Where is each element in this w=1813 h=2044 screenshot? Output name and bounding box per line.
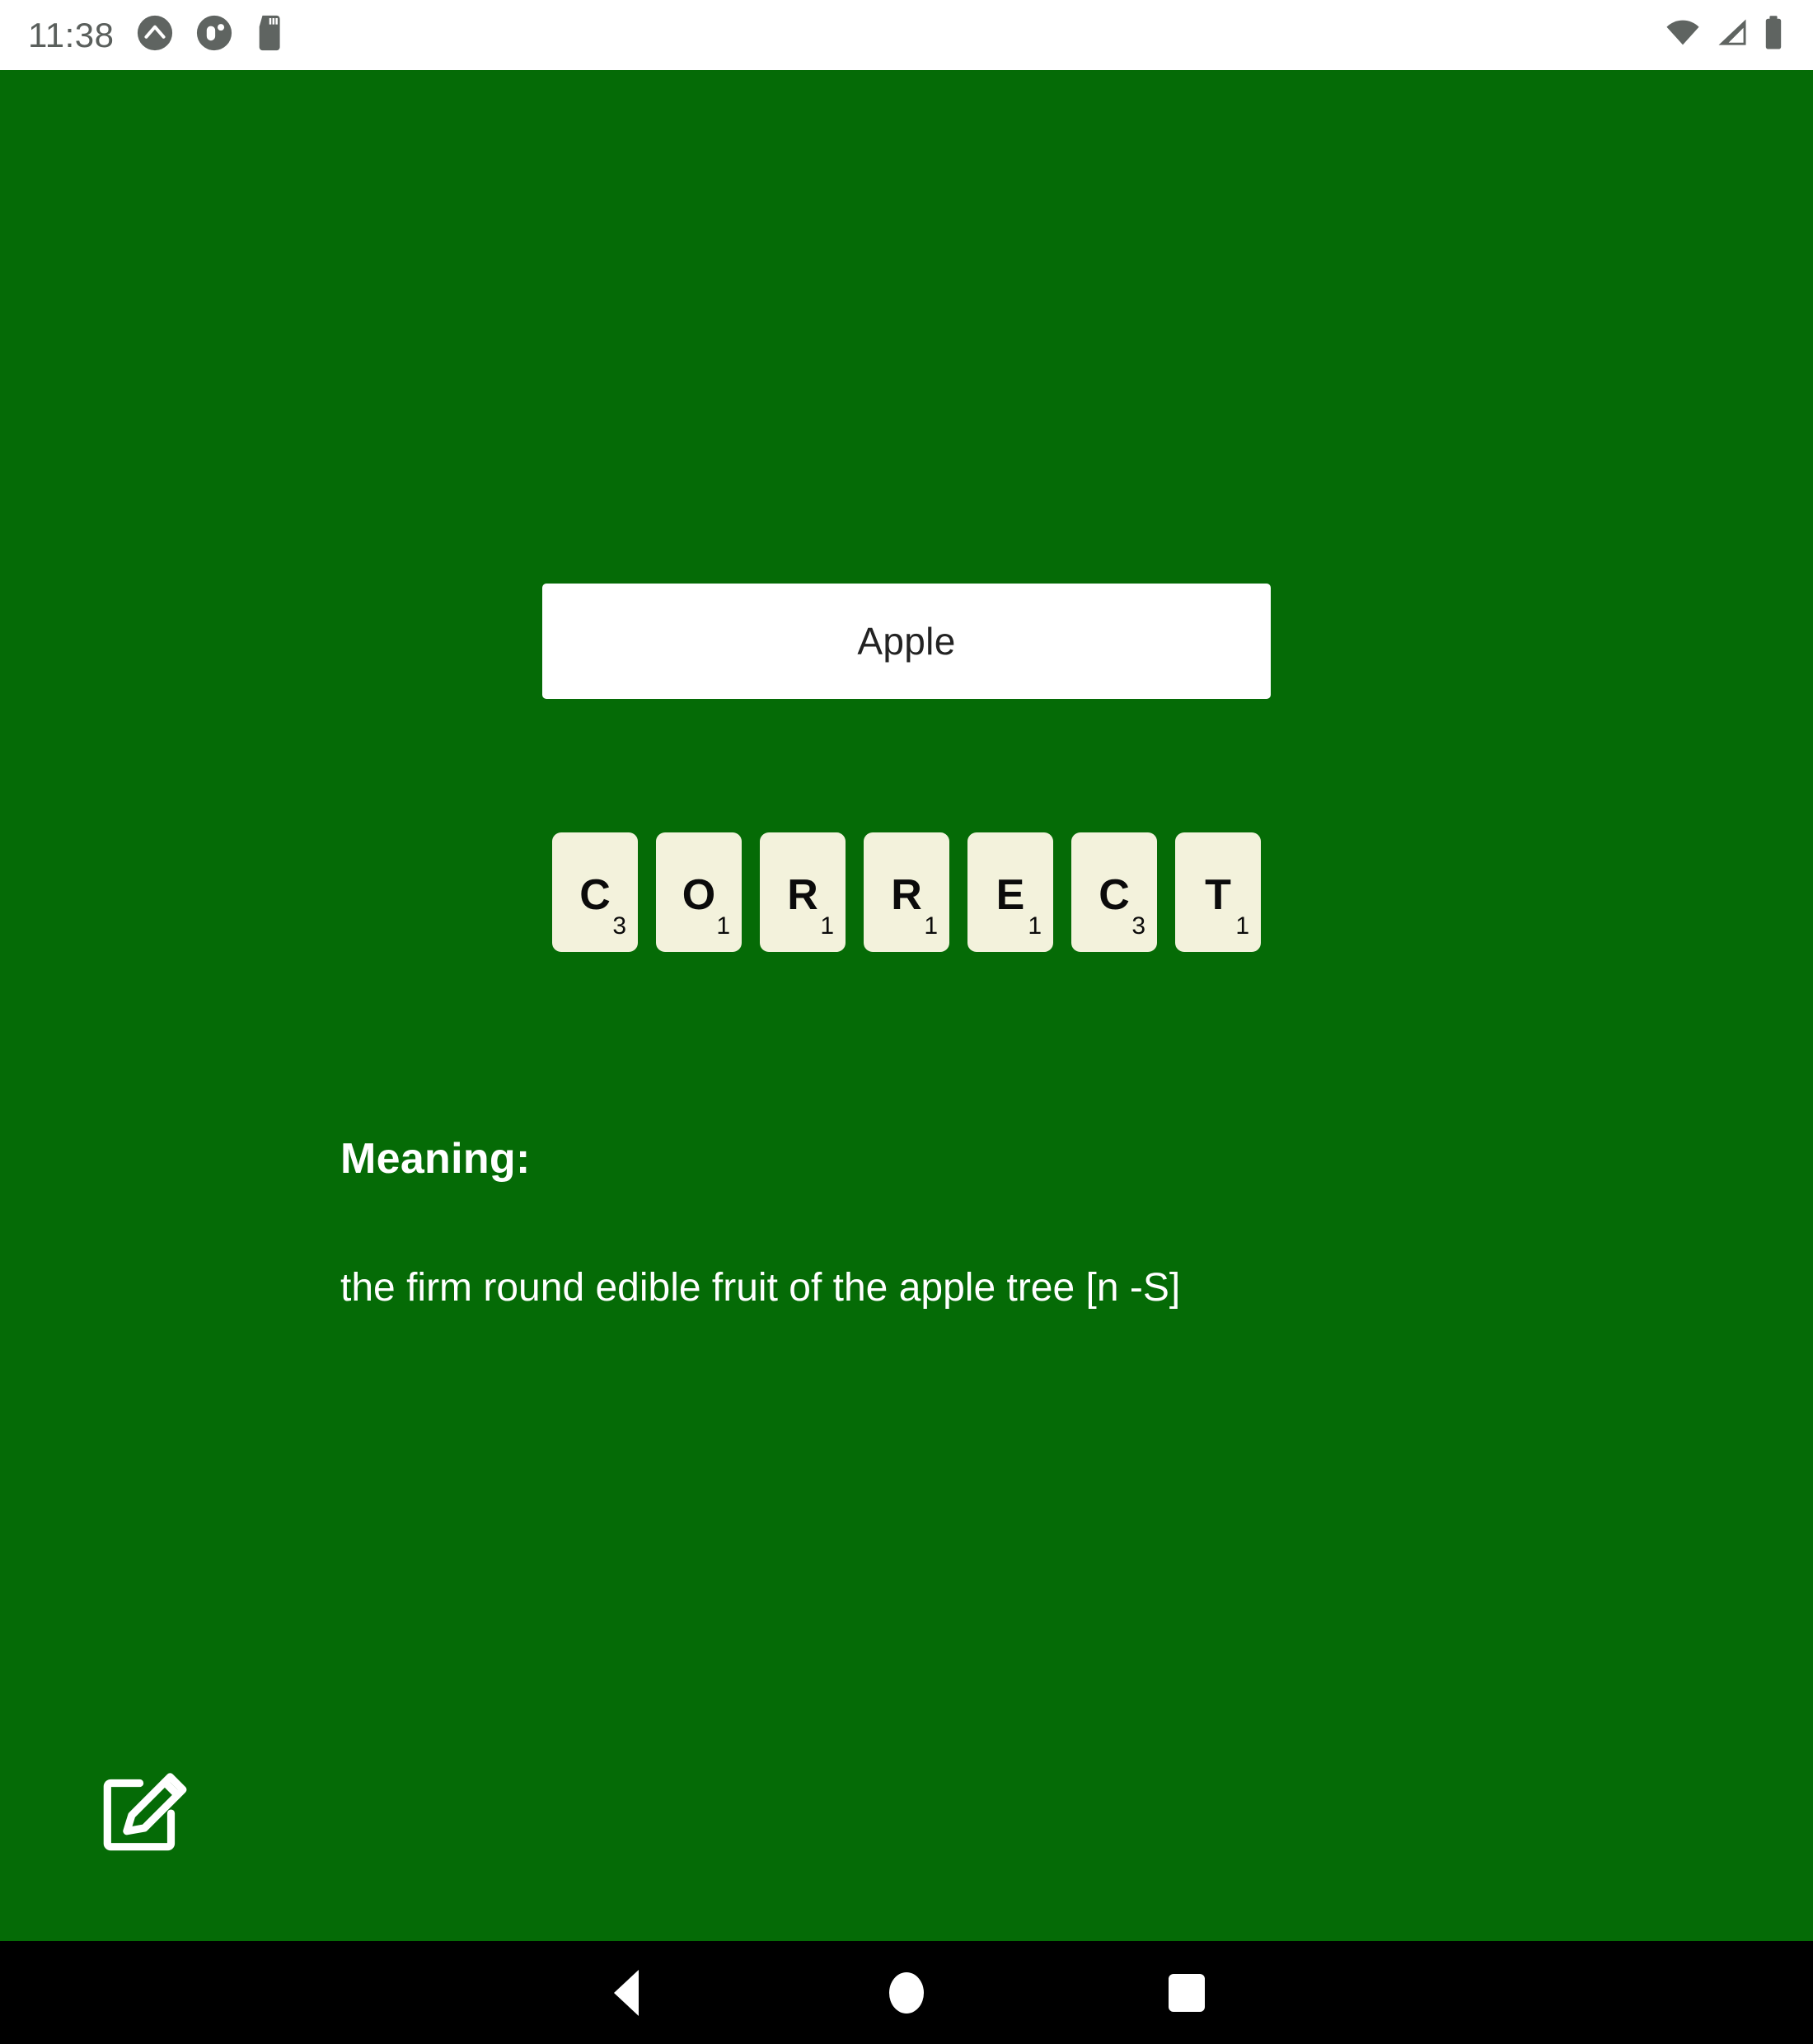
tile-letter: R [787,871,818,919]
tile-value: 3 [1131,912,1145,940]
meaning-definition-text: the firm round edible fruit of the apple… [340,1266,1181,1310]
tile-letter: C [1099,871,1130,919]
result-tile-row: C 3 O 1 R 1 R 1 E 1 C 3 T 1 [0,832,1813,952]
tile-value: 1 [716,912,730,940]
letter-tile: T 1 [1175,832,1261,952]
square-recents-icon [1169,1973,1205,2012]
chevron-up-circle-icon [136,14,174,56]
letter-tile: R 1 [760,832,846,952]
edit-compose-button[interactable] [91,1756,198,1864]
letter-tile: R 1 [864,832,949,952]
app-content-area: Apple C 3 O 1 R 1 R 1 E 1 C 3 T 1 Meanin… [0,70,1813,1941]
key-circle-icon [195,14,233,56]
tile-letter: T [1205,871,1231,919]
tile-value: 1 [1235,912,1249,940]
meaning-heading: Meaning: [340,1135,531,1183]
tile-value: 1 [924,912,938,940]
nav-home-button[interactable] [853,1941,960,2044]
cellular-signal-icon [1714,14,1750,56]
word-card[interactable]: Apple [542,584,1271,699]
status-bar-right [1663,14,1785,56]
edit-compose-icon [103,1773,187,1851]
app-screen: 11:38 Apple C 3 O 1 R 1 R 1 E 1 C 3 T 1 … [0,0,1813,2044]
status-bar-clock: 11:38 [28,15,115,54]
tile-value: 3 [612,912,626,940]
word-card-label: Apple [857,620,956,663]
circle-home-icon [889,1971,924,2014]
battery-icon [1762,14,1785,56]
status-bar: 11:38 [0,0,1813,70]
tile-letter: E [996,871,1025,919]
tile-letter: C [579,871,611,919]
nav-recents-button[interactable] [1133,1941,1240,2044]
letter-tile: C 3 [552,832,638,952]
tile-letter: O [682,871,716,919]
triangle-back-icon [614,1969,639,2016]
letter-tile: C 3 [1071,832,1157,952]
letter-tile: E 1 [967,832,1053,952]
android-nav-bar [0,1941,1813,2044]
tile-value: 1 [820,912,834,940]
status-bar-left: 11:38 [28,14,289,56]
wifi-icon [1663,14,1703,56]
nav-back-button[interactable] [573,1941,680,2044]
sd-card-icon [255,14,289,56]
letter-tile: O 1 [656,832,742,952]
tile-value: 1 [1028,912,1042,940]
tile-letter: R [891,871,922,919]
